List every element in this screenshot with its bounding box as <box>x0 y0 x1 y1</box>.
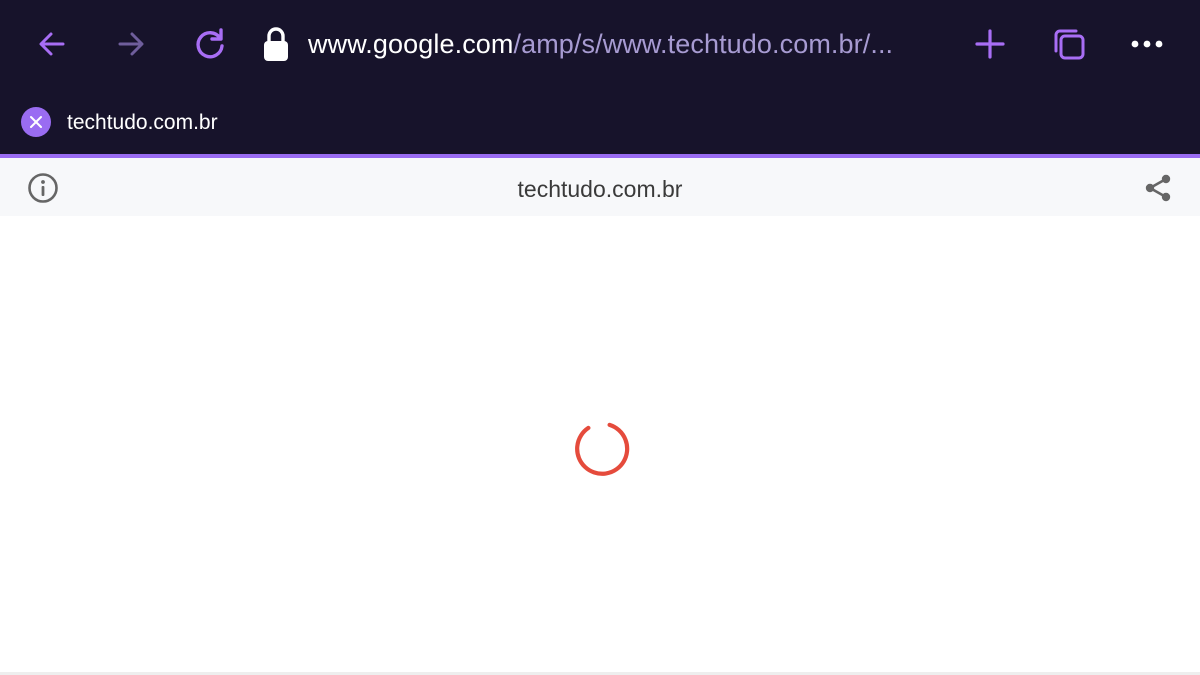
url-host: www.google.com <box>308 29 514 59</box>
tabs-button[interactable] <box>1049 24 1089 64</box>
menu-button[interactable] <box>1127 24 1167 64</box>
arrow-left-icon <box>39 32 65 56</box>
arrow-right-icon <box>118 32 144 56</box>
amp-domain-title: techtudo.com.br <box>517 176 683 202</box>
close-icon <box>30 116 42 128</box>
new-tab-button[interactable] <box>970 24 1010 64</box>
share-button[interactable] <box>1138 168 1178 208</box>
address-bar[interactable]: www.google.com/amp/s/www.techtudo.com.br… <box>308 22 958 66</box>
amp-header: techtudo.com.br <box>0 158 1200 216</box>
tab-title[interactable]: techtudo.com.br <box>67 108 218 138</box>
forward-button[interactable] <box>111 24 151 64</box>
loading-spinner <box>575 422 630 476</box>
info-icon <box>28 173 58 203</box>
lock-icon <box>260 24 292 64</box>
share-icon <box>1145 174 1171 202</box>
tab-bar: techtudo.com.br <box>0 100 1200 146</box>
plus-icon <box>975 29 1005 59</box>
reload-button[interactable] <box>190 24 230 64</box>
info-button[interactable] <box>25 170 61 206</box>
browser-chrome: www.google.com/amp/s/www.techtudo.com.br… <box>0 0 1200 155</box>
more-icon <box>1131 40 1163 48</box>
browser-toolbar: www.google.com/amp/s/www.techtudo.com.br… <box>0 0 1200 88</box>
reload-icon <box>196 28 224 59</box>
back-button[interactable] <box>32 24 72 64</box>
tabs-icon <box>1054 29 1085 60</box>
close-tab-button[interactable] <box>21 107 51 137</box>
url-path: /amp/s/www.techtudo.com.br/... <box>513 29 894 59</box>
page-content <box>0 216 1200 672</box>
